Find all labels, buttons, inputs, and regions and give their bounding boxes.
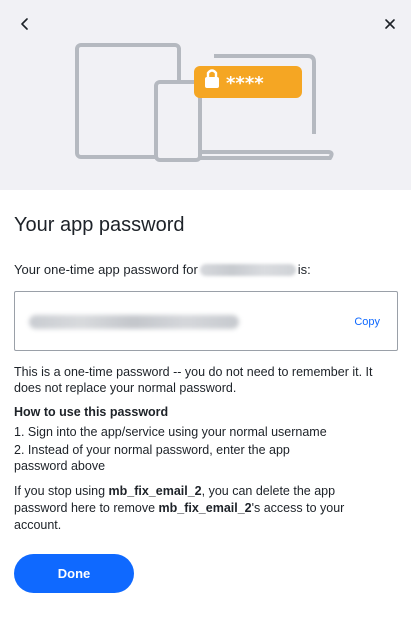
chevron-left-icon — [21, 18, 28, 30]
account-name: mb_fix_email_2 — [158, 501, 252, 515]
howto-step-2: 2. Instead of your normal password, ente… — [14, 443, 290, 473]
intro-text: Your one-time app password for is: — [14, 262, 311, 277]
howto-step-1: 1. Sign into the app/service using your … — [14, 425, 327, 439]
revoke-info: If you stop using mb_fix_email_2, you ca… — [14, 483, 354, 534]
app-password-field: Copy — [14, 291, 398, 351]
hero-banner: **** — [0, 0, 411, 190]
one-time-note: This is a one-time password -- you do no… — [14, 365, 373, 395]
done-button[interactable]: Done — [14, 554, 134, 593]
copy-button[interactable]: Copy — [354, 316, 380, 328]
howto-heading: How to use this password — [14, 405, 169, 419]
intro-suffix: is: — [297, 262, 311, 277]
redacted-password — [29, 315, 239, 329]
account-name: mb_fix_email_2 — [108, 484, 202, 498]
revoke-text-1: If you stop using — [14, 484, 109, 498]
devices-password-illustration: **** — [75, 43, 334, 162]
back-button[interactable] — [13, 12, 37, 36]
close-icon — [385, 19, 395, 29]
page-title: Your app password — [14, 214, 185, 236]
redacted-email — [199, 263, 296, 276]
intro-prefix: Your one-time app password for — [14, 262, 198, 277]
close-button[interactable] — [378, 12, 402, 36]
password-mask-text: **** — [226, 73, 264, 94]
